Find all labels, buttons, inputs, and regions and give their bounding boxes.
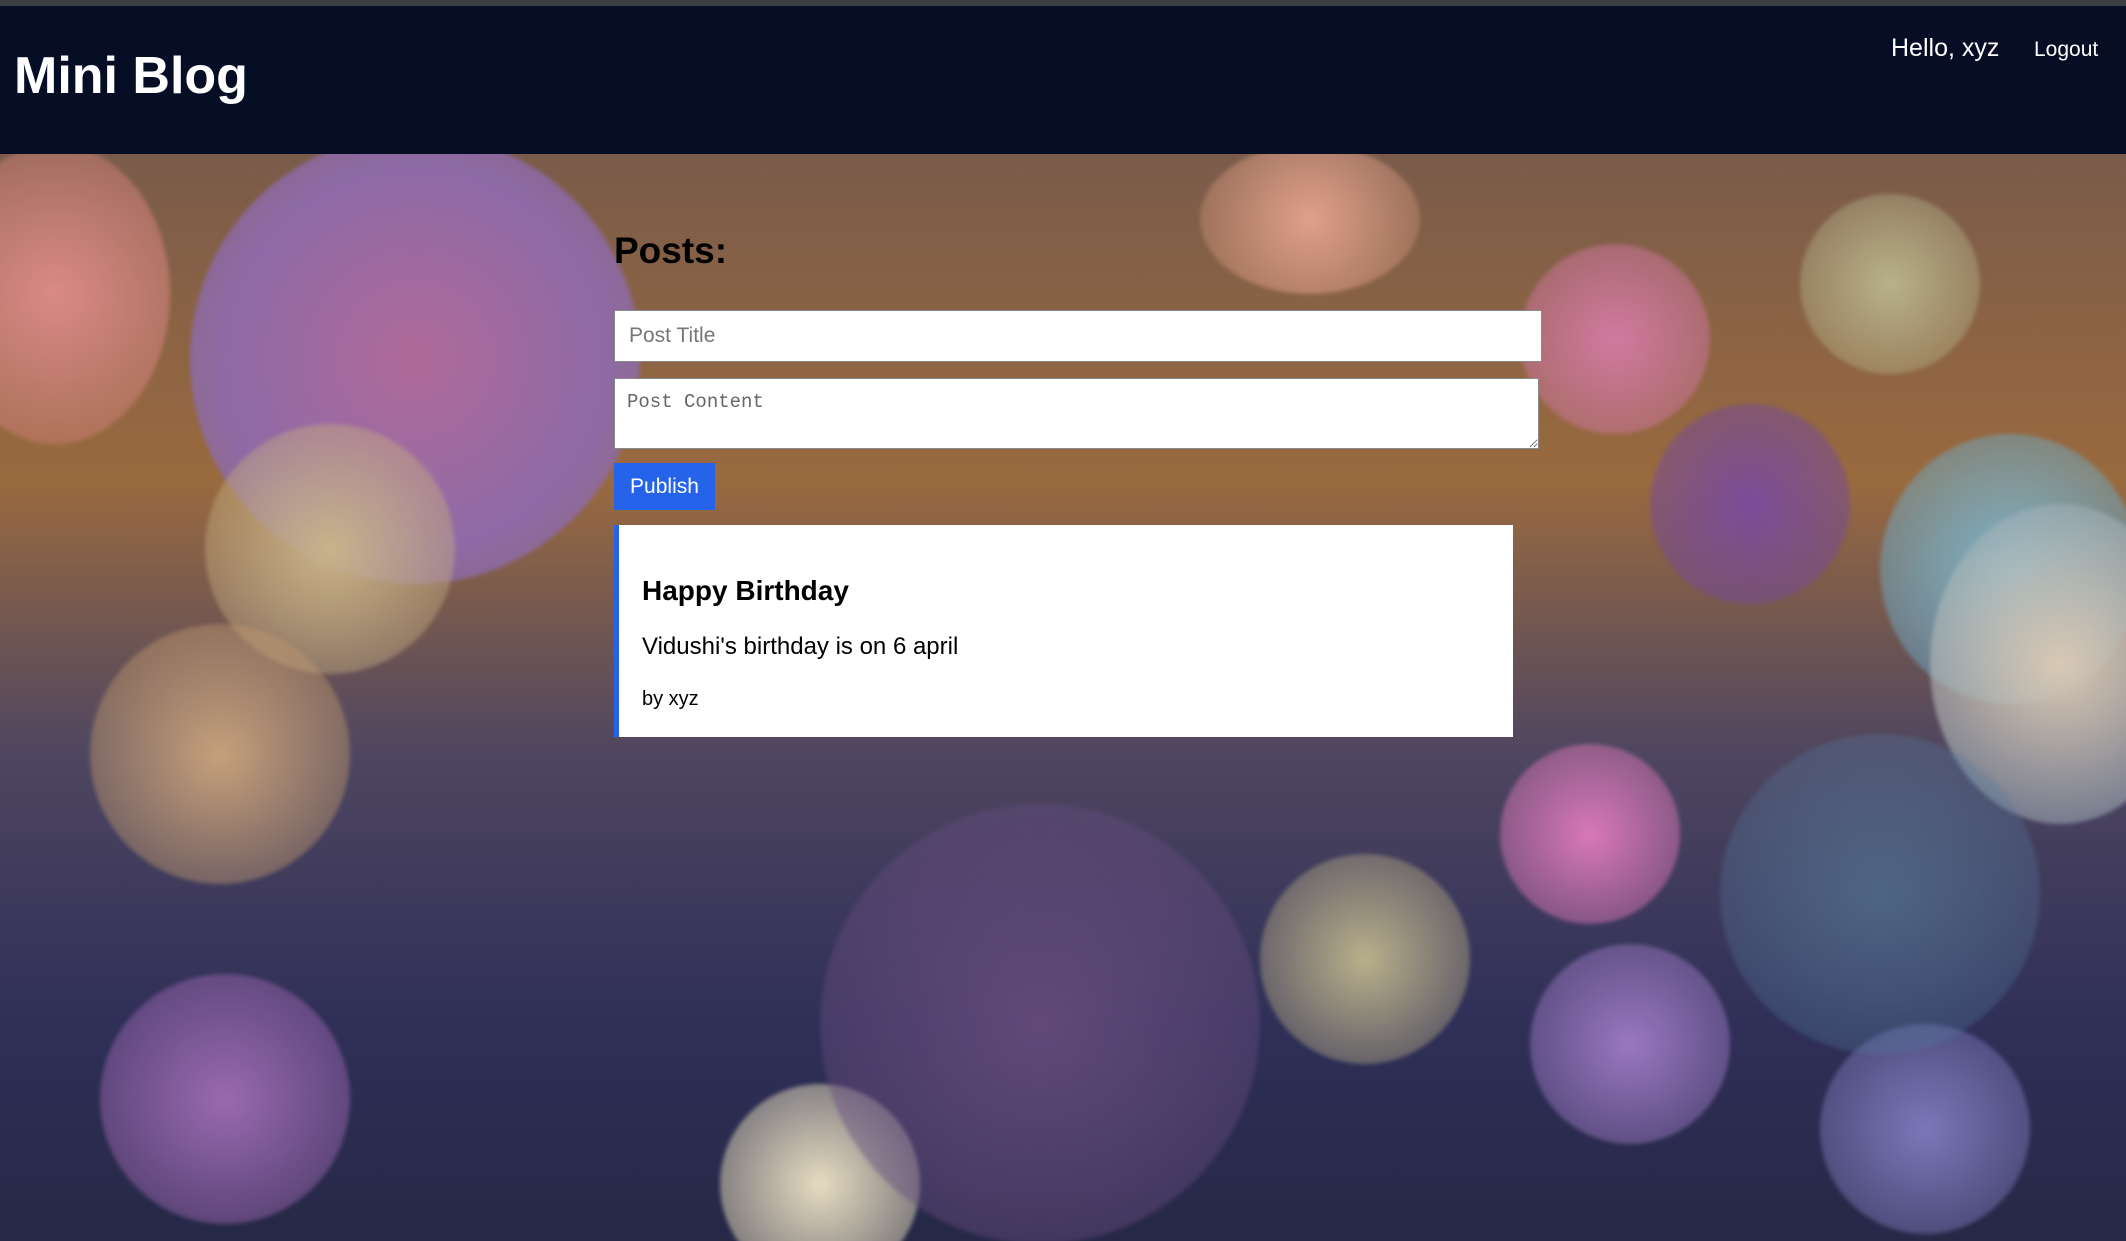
- post-body: Vidushi's birthday is on 6 april: [642, 633, 959, 660]
- post-title-input[interactable]: [614, 310, 1542, 362]
- post-content-textarea[interactable]: [614, 378, 1539, 449]
- logout-link[interactable]: Logout: [2034, 39, 2098, 60]
- post-card: Happy Birthday Vidushi's birthday is on …: [614, 525, 1513, 737]
- post-title: Happy Birthday: [642, 575, 849, 606]
- site-header: Mini Blog Hello, xyz Logout: [0, 6, 2126, 154]
- user-greeting: Hello, xyz: [1891, 34, 2000, 62]
- post-author: by xyz: [642, 688, 699, 710]
- site-brand: Mini Blog: [14, 47, 248, 105]
- posts-heading: Posts:: [614, 230, 728, 271]
- publish-button[interactable]: Publish: [614, 463, 715, 510]
